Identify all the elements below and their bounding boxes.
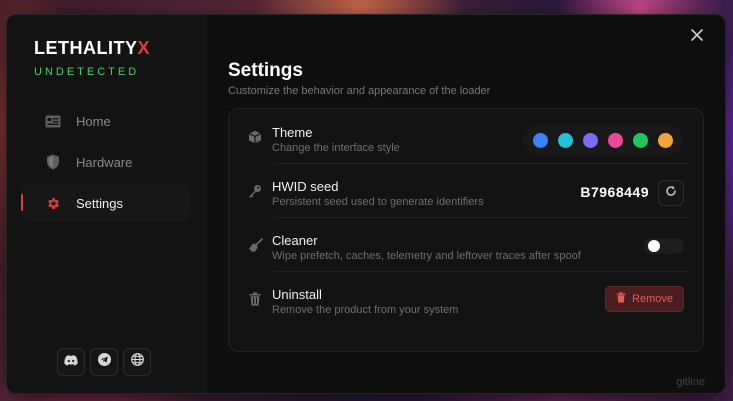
hwid-seed-value: B7968449	[580, 184, 649, 200]
trash-icon	[616, 292, 626, 306]
brand-logo: LETHALITYX	[34, 38, 151, 58]
setting-label: Uninstall	[272, 287, 322, 302]
cube-icon	[247, 129, 263, 145]
website-button[interactable]	[123, 348, 151, 376]
id-card-icon	[44, 112, 62, 130]
key-icon	[247, 183, 263, 199]
setting-label: Theme	[272, 125, 313, 140]
theme-color-picker	[523, 125, 683, 155]
setting-description: Persistent seed used to generate identif…	[272, 196, 484, 208]
app-window: LETHALITYX UNDETECTED Home Hardware Sett…	[6, 14, 726, 394]
sidebar-item-label: Home	[76, 113, 111, 129]
settings-card: Theme Change the interface style HWID se…	[228, 108, 704, 352]
page-title: Settings	[228, 60, 303, 81]
setting-description: Remove the product from your system	[272, 304, 459, 316]
regenerate-seed-button[interactable]	[658, 180, 684, 206]
main-content: Settings Customize the behavior and appe…	[207, 15, 725, 393]
theme-swatch-pink[interactable]	[608, 132, 623, 148]
telegram-icon	[97, 353, 111, 371]
theme-swatch-cyan[interactable]	[558, 132, 573, 148]
sidebar-item-home[interactable]: Home	[21, 103, 190, 139]
toggle-knob	[648, 240, 660, 252]
setting-row-theme: Theme Change the interface style	[229, 109, 703, 163]
theme-swatch-blue[interactable]	[533, 132, 548, 148]
broom-icon	[247, 237, 263, 253]
page-subtitle: Customize the behavior and appearance of…	[228, 85, 491, 97]
discord-button[interactable]	[57, 348, 85, 376]
sidebar-item-hardware[interactable]: Hardware	[21, 144, 190, 180]
close-icon	[691, 28, 703, 46]
footer-credit: gitline	[676, 376, 705, 388]
theme-swatch-orange[interactable]	[658, 132, 673, 148]
gear-icon	[44, 194, 62, 212]
sidebar-item-settings[interactable]: Settings	[21, 185, 190, 221]
setting-description: Wipe prefetch, caches, telemetry and lef…	[272, 250, 581, 262]
remove-button-label: Remove	[632, 293, 673, 305]
theme-swatch-purple[interactable]	[583, 132, 598, 148]
setting-label: Cleaner	[272, 233, 318, 248]
social-links	[57, 348, 151, 376]
setting-description: Change the interface style	[272, 142, 400, 154]
setting-row-hwid-seed: HWID seed Persistent seed used to genera…	[229, 163, 703, 217]
sidebar: LETHALITYX UNDETECTED Home Hardware Sett…	[7, 15, 207, 393]
sidebar-nav: Home Hardware Settings	[21, 103, 190, 226]
setting-row-uninstall: Uninstall Remove the product from your s…	[229, 271, 703, 325]
cleaner-toggle[interactable]	[644, 238, 684, 254]
discord-icon	[64, 353, 78, 371]
refresh-icon	[665, 184, 677, 202]
telegram-button[interactable]	[90, 348, 118, 376]
setting-label: HWID seed	[272, 179, 339, 194]
theme-swatch-green[interactable]	[633, 132, 648, 148]
sidebar-item-label: Settings	[76, 195, 123, 211]
shield-icon	[44, 153, 62, 171]
remove-button[interactable]: Remove	[605, 286, 684, 312]
globe-icon	[130, 353, 144, 371]
trash-icon	[247, 291, 263, 307]
setting-row-cleaner: Cleaner Wipe prefetch, caches, telemetry…	[229, 217, 703, 271]
status-label: UNDETECTED	[34, 66, 140, 78]
close-button[interactable]	[689, 29, 705, 45]
sidebar-item-label: Hardware	[76, 154, 133, 170]
